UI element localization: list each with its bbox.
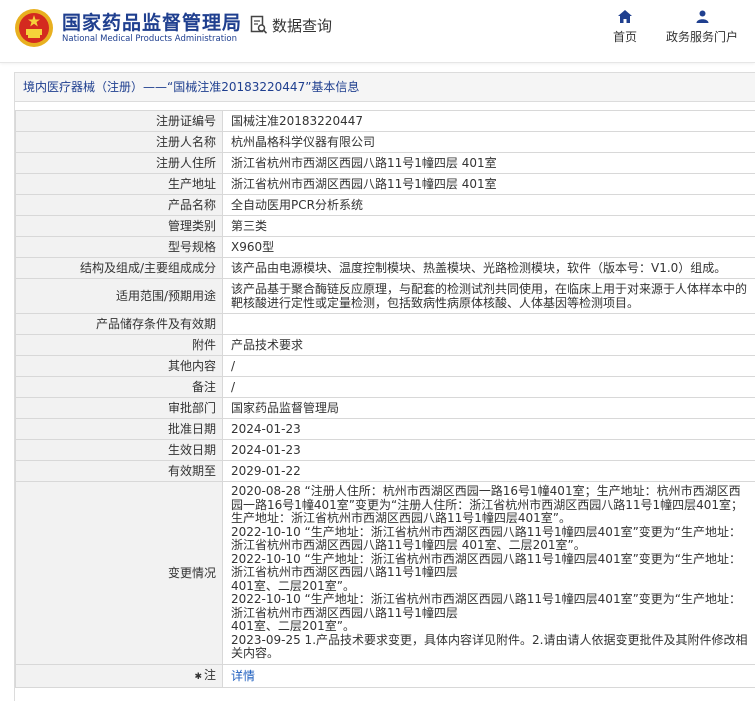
field-value: 全自动医用PCR分析系统	[223, 195, 755, 216]
change-entry: 2022-10-10 “生产地址：浙江省杭州市西湖区西园八路11号1幢四层401…	[231, 593, 749, 620]
field-label: 管理类别	[16, 216, 223, 237]
table-row: 管理类别第三类	[16, 216, 755, 237]
field-value: 国械注准20183220447	[223, 111, 755, 132]
field-value: 国家药品监督管理局	[223, 398, 755, 419]
data-query-label: 数据查询	[272, 15, 332, 36]
field-value: 2029-01-22	[223, 461, 755, 482]
field-label: 型号规格	[16, 237, 223, 258]
field-value: 2024-01-23	[223, 440, 755, 461]
field-label: 其他内容	[16, 356, 223, 377]
table-row: 变更情况2020-08-28 “注册人住所：杭州市西湖区西园一路16号1幢401…	[16, 482, 755, 665]
national-emblem-icon	[14, 8, 54, 48]
field-label: 附件	[16, 335, 223, 356]
field-value: 2024-01-23	[223, 419, 755, 440]
change-entry: 2023-09-25 1.产品技术要求变更，具体内容详见附件。2.请由请人依据变…	[231, 634, 749, 661]
field-label: 生产地址	[16, 174, 223, 195]
field-label: 结构及组成/主要组成成分	[16, 258, 223, 279]
change-entry: 401室、二层201室”。	[231, 580, 749, 594]
field-label: 注册人名称	[16, 132, 223, 153]
field-label: 产品名称	[16, 195, 223, 216]
table-row: 适用范围/预期用途该产品基于聚合酶链反应原理，与配套的检测试剂共同使用，在临床上…	[16, 279, 755, 314]
table-row: ✱注详情	[16, 664, 755, 687]
note-value: 详情	[223, 664, 755, 687]
user-icon	[696, 10, 709, 23]
table-row: 生效日期2024-01-23	[16, 440, 755, 461]
field-value: 浙江省杭州市西湖区西园八路11号1幢四层 401室	[223, 153, 755, 174]
field-label: 注册证编号	[16, 111, 223, 132]
site-header: 国家药品监督管理局 National Medical Products Admi…	[0, 0, 755, 63]
nav-portal-label: 政务服务门户	[666, 30, 738, 44]
table-row: 批准日期2024-01-23	[16, 419, 755, 440]
field-label: 审批部门	[16, 398, 223, 419]
table-row: 结构及组成/主要组成成分该产品由电源模块、温度控制模块、热盖模块、光路检测模块，…	[16, 258, 755, 279]
field-label: 适用范围/预期用途	[16, 279, 223, 314]
table-row: 产品名称全自动医用PCR分析系统	[16, 195, 755, 216]
change-entry: 401室、二层201室”。	[231, 620, 749, 634]
table-row: 其他内容/	[16, 356, 755, 377]
field-label: 备注	[16, 377, 223, 398]
document-search-icon	[250, 15, 268, 35]
info-table: 注册证编号国械注准20183220447注册人名称杭州晶格科学仪器有限公司注册人…	[15, 110, 755, 688]
field-value: 该产品由电源模块、温度控制模块、热盖模块、光路检测模块，软件（版本号：V1.0）…	[223, 258, 755, 279]
change-entry: 2020-08-28 “注册人住所：杭州市西湖区西园一路16号1幢401室；生产…	[231, 485, 749, 526]
nav-service-portal[interactable]: 政务服务门户	[660, 10, 744, 45]
change-history: 2020-08-28 “注册人住所：杭州市西湖区西园一路16号1幢401室；生产…	[223, 482, 755, 665]
field-value: /	[223, 356, 755, 377]
field-value	[223, 314, 755, 335]
note-label-cell: ✱注	[16, 664, 223, 687]
field-label: 产品储存条件及有效期	[16, 314, 223, 335]
field-label: 批准日期	[16, 419, 223, 440]
field-label: 有效期至	[16, 461, 223, 482]
table-row: 注册人住所浙江省杭州市西湖区西园八路11号1幢四层 401室	[16, 153, 755, 174]
table-row: 产品储存条件及有效期	[16, 314, 755, 335]
data-query-link[interactable]: 数据查询	[250, 14, 332, 36]
panel-title: 境内医疗器械（注册）——“国械注准20183220447”基本信息	[15, 73, 755, 102]
table-row: 有效期至2029-01-22	[16, 461, 755, 482]
table-row: 备注/	[16, 377, 755, 398]
info-panel: 境内医疗器械（注册）——“国械注准20183220447”基本信息 注册证编号国…	[14, 72, 755, 701]
field-value: 杭州晶格科学仪器有限公司	[223, 132, 755, 153]
brand-title: 国家药品监督管理局	[62, 8, 242, 35]
table-row: 注册证编号国械注准20183220447	[16, 111, 755, 132]
field-value: /	[223, 377, 755, 398]
field-value: 该产品基于聚合酶链反应原理，与配套的检测试剂共同使用，在临床上用于对来源于人体样…	[223, 279, 755, 314]
change-entry: 2022-10-10 “生产地址：浙江省杭州市西湖区西园八路11号1幢四层401…	[231, 553, 749, 580]
field-value: 产品技术要求	[223, 335, 755, 356]
field-value: 第三类	[223, 216, 755, 237]
table-row: 注册人名称杭州晶格科学仪器有限公司	[16, 132, 755, 153]
asterisk-icon: ✱	[194, 672, 202, 682]
field-label: 变更情况	[16, 482, 223, 665]
nav-home-label: 首页	[613, 30, 637, 44]
table-row: 生产地址浙江省杭州市西湖区西园八路11号1幢四层 401室	[16, 174, 755, 195]
field-label: 生效日期	[16, 440, 223, 461]
field-label: 注册人住所	[16, 153, 223, 174]
change-entry: 2022-10-10 “生产地址：浙江省杭州市西湖区西园八路11号1幢四层401…	[231, 526, 749, 553]
home-icon	[618, 10, 632, 23]
table-row: 审批部门国家药品监督管理局	[16, 398, 755, 419]
details-link[interactable]: 详情	[231, 669, 255, 683]
brand-subtitle: National Medical Products Administration	[62, 34, 237, 44]
nav-home[interactable]: 首页	[606, 10, 644, 45]
table-row: 附件产品技术要求	[16, 335, 755, 356]
table-row: 型号规格X960型	[16, 237, 755, 258]
field-value: X960型	[223, 237, 755, 258]
field-value: 浙江省杭州市西湖区西园八路11号1幢四层 401室	[223, 174, 755, 195]
note-label: 注	[204, 668, 216, 682]
